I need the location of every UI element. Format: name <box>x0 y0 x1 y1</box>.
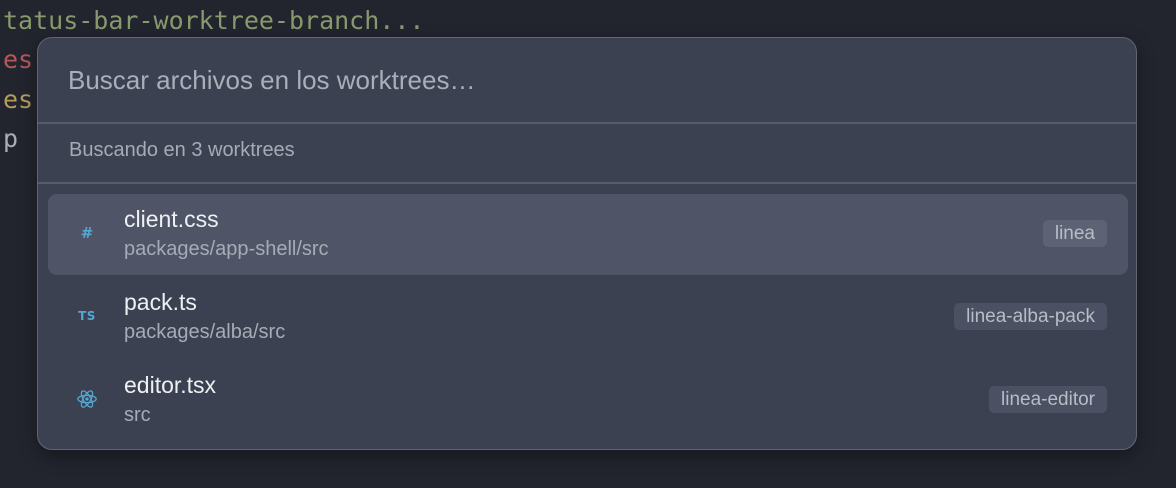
search-input[interactable] <box>68 62 1068 98</box>
result-file-path: src <box>124 404 151 426</box>
code-line: es <box>3 45 34 74</box>
search-status-text: Buscando en 3 worktrees <box>69 139 295 161</box>
result-file-path: packages/alba/src <box>124 321 286 343</box>
result-item-editor-tsx[interactable]: editor.tsx src linea-editor <box>48 360 1128 441</box>
worktree-badge: linea-alba-pack <box>954 303 1107 330</box>
result-item-pack-ts[interactable]: TS pack.ts packages/alba/src linea-alba-… <box>48 277 1128 358</box>
worktree-badge: linea-editor <box>989 386 1107 413</box>
worktree-badge: linea <box>1042 220 1107 247</box>
result-file-path: packages/app-shell/src <box>124 238 329 260</box>
code-line: es <box>3 85 34 114</box>
result-file-name: editor.tsx <box>124 372 217 398</box>
file-finder-palette: Buscando en 3 worktrees # client.css pac… <box>37 37 1137 450</box>
status-row: Buscando en 3 worktrees <box>38 124 1136 184</box>
result-file-name: client.css <box>124 206 219 232</box>
code-line: tatus-bar-worktree-branch... <box>3 6 425 35</box>
result-item-client-css[interactable]: # client.css packages/app-shell/src line… <box>48 194 1128 275</box>
css-hash-icon: # <box>80 224 94 242</box>
typescript-icon: TS <box>78 309 96 323</box>
result-file-name: pack.ts <box>124 289 197 315</box>
code-line: p <box>3 124 19 153</box>
search-row <box>38 38 1136 124</box>
react-icon <box>74 386 100 412</box>
